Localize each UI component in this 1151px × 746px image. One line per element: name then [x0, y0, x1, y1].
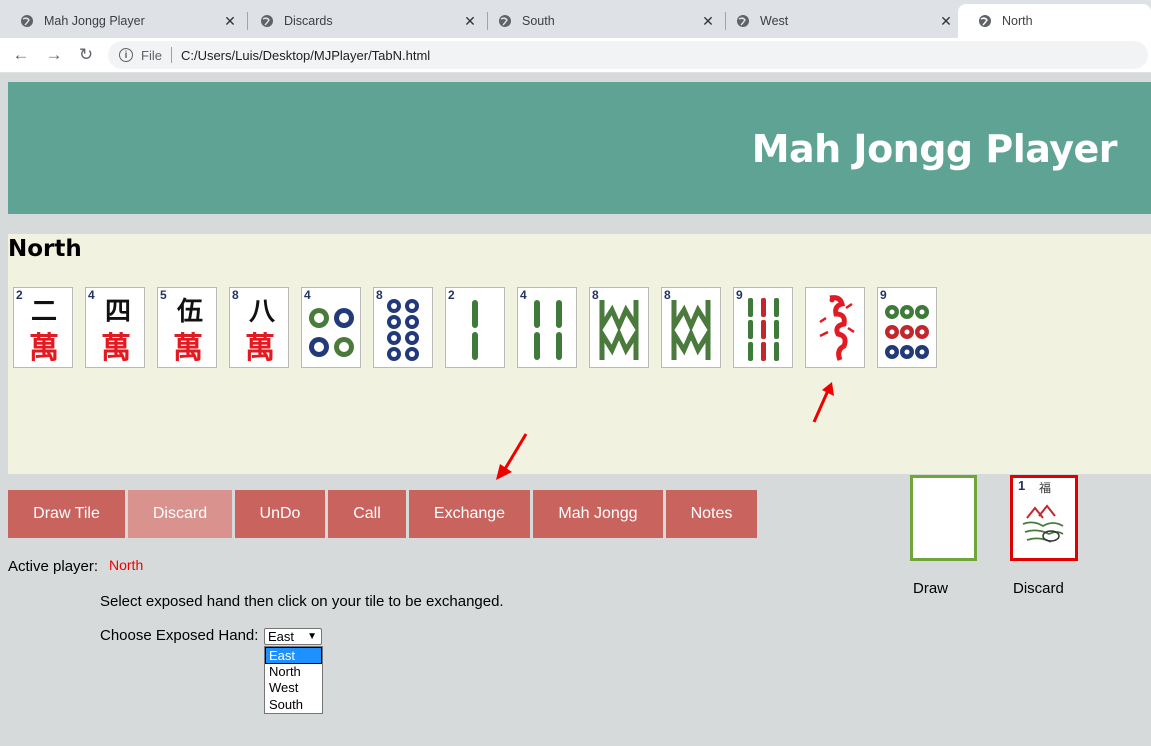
svg-text:四: 四 [105, 297, 131, 327]
browser-tab-strip: Mah Jongg Player ✕ Discards ✕ South ✕ We… [0, 0, 1151, 38]
address-bar[interactable]: i File C:/Users/Luis/Desktop/MJPlayer/Ta… [108, 41, 1148, 69]
tab-label: Mah Jongg Player [44, 14, 145, 28]
discard-button[interactable]: Discard [128, 490, 232, 538]
bam-8-tile[interactable]: 8 [589, 287, 649, 368]
select-value: East [268, 629, 295, 644]
option-north[interactable]: North [265, 664, 322, 681]
close-icon[interactable]: ✕ [220, 13, 240, 30]
bam-4-tile[interactable]: 4 [517, 287, 577, 368]
tab-label: West [760, 14, 789, 28]
svg-text:萬: 萬 [101, 331, 131, 366]
browser-toolbar: ← → ↻ i File C:/Users/Luis/Desktop/MJPla… [0, 38, 1151, 73]
url-text: C:/Users/Luis/Desktop/MJPlayer/TabN.html [180, 47, 431, 63]
exchange-button[interactable]: Exchange [409, 490, 530, 538]
draw-pile[interactable] [910, 475, 977, 561]
discard-tile-number: 1 [1018, 478, 1026, 493]
close-icon[interactable]: ✕ [698, 13, 718, 30]
scheme-label: File [141, 47, 162, 63]
bam-9-tile[interactable]: 9 [733, 287, 793, 368]
discard-label: Discard [1013, 580, 1064, 597]
tab-mah-jongg-player[interactable]: Mah Jongg Player ✕ [0, 4, 248, 38]
draw-label: Draw [913, 580, 949, 597]
option-south[interactable]: South [265, 697, 322, 714]
exchange-instruction: Select exposed hand then click on your t… [100, 593, 504, 610]
bam-2-tile[interactable]: 2 [445, 287, 505, 368]
reload-icon[interactable]: ↻ [75, 44, 97, 66]
arrow-annotation-icon [496, 433, 528, 480]
option-east[interactable]: East [265, 647, 322, 664]
character-2-tile[interactable]: 2 二 萬 [13, 287, 73, 368]
tab-north[interactable]: North [958, 4, 1151, 38]
choose-exposed-hand-label: Choose Exposed Hand: [100, 627, 259, 644]
undo-button[interactable]: UnDo [235, 490, 325, 538]
arrow-annotation-icon [812, 382, 834, 423]
action-toolbar: Draw Tile Discard UnDo Call Exchange Mah… [8, 490, 760, 538]
svg-text:八: 八 [249, 297, 276, 327]
character-5-tile[interactable]: 5 伍 萬 [157, 287, 217, 368]
globe-icon [261, 15, 273, 27]
dot-8-tile[interactable]: 8 [373, 287, 433, 368]
tab-label: South [522, 14, 555, 28]
active-player-label: Active player: [8, 558, 99, 575]
call-button[interactable]: Call [328, 490, 406, 538]
svg-text:萬: 萬 [173, 331, 203, 366]
tab-south[interactable]: South ✕ [478, 4, 726, 38]
tab-label: North [1002, 14, 1033, 28]
svg-text:伍: 伍 [177, 297, 203, 327]
player-hand-panel: North 2 二 萬 4 四 萬 5 伍 萬 8 八 萬 4 8 2 4 8 … [8, 234, 1151, 474]
svg-text:萬: 萬 [29, 331, 59, 366]
tab-discards[interactable]: Discards ✕ [240, 4, 488, 38]
forward-arrow-icon[interactable]: → [43, 44, 65, 66]
dot-4-tile[interactable]: 4 [301, 287, 361, 368]
draw-tile-button[interactable]: Draw Tile [8, 490, 125, 538]
chevron-down-icon: ▼ [307, 631, 317, 642]
close-icon[interactable]: ✕ [936, 13, 956, 30]
mah-jongg-button[interactable]: Mah Jongg [533, 490, 663, 538]
svg-text:福: 福 [1039, 480, 1051, 495]
globe-icon [979, 15, 991, 27]
tab-label: Discards [284, 14, 333, 28]
character-4-tile[interactable]: 4 四 萬 [85, 287, 145, 368]
notes-button[interactable]: Notes [666, 490, 757, 538]
tab-west[interactable]: West ✕ [716, 4, 964, 38]
exposed-hand-dropdown: East North West South [264, 646, 323, 714]
character-8-tile[interactable]: 8 八 萬 [229, 287, 289, 368]
page-banner: Mah Jongg Player [8, 82, 1151, 214]
close-icon[interactable]: ✕ [460, 13, 480, 30]
globe-icon [21, 15, 33, 27]
back-arrow-icon[interactable]: ← [10, 44, 32, 66]
bam-8-tile[interactable]: 8 [661, 287, 721, 368]
red-dragon-tile[interactable] [805, 287, 865, 368]
hand-title: North [8, 236, 82, 262]
globe-icon [737, 15, 749, 27]
svg-text:二: 二 [31, 297, 57, 327]
discard-pile[interactable]: 1 福 [1010, 475, 1078, 561]
option-west[interactable]: West [265, 680, 322, 697]
dot-9-tile[interactable]: 9 [877, 287, 937, 368]
globe-icon [499, 15, 511, 27]
exposed-hand-select[interactable]: East ▼ [264, 628, 322, 645]
active-player-value: North [109, 557, 144, 573]
info-icon[interactable]: i [119, 48, 133, 62]
svg-text:萬: 萬 [245, 331, 275, 366]
page-title: Mah Jongg Player [751, 127, 1118, 171]
